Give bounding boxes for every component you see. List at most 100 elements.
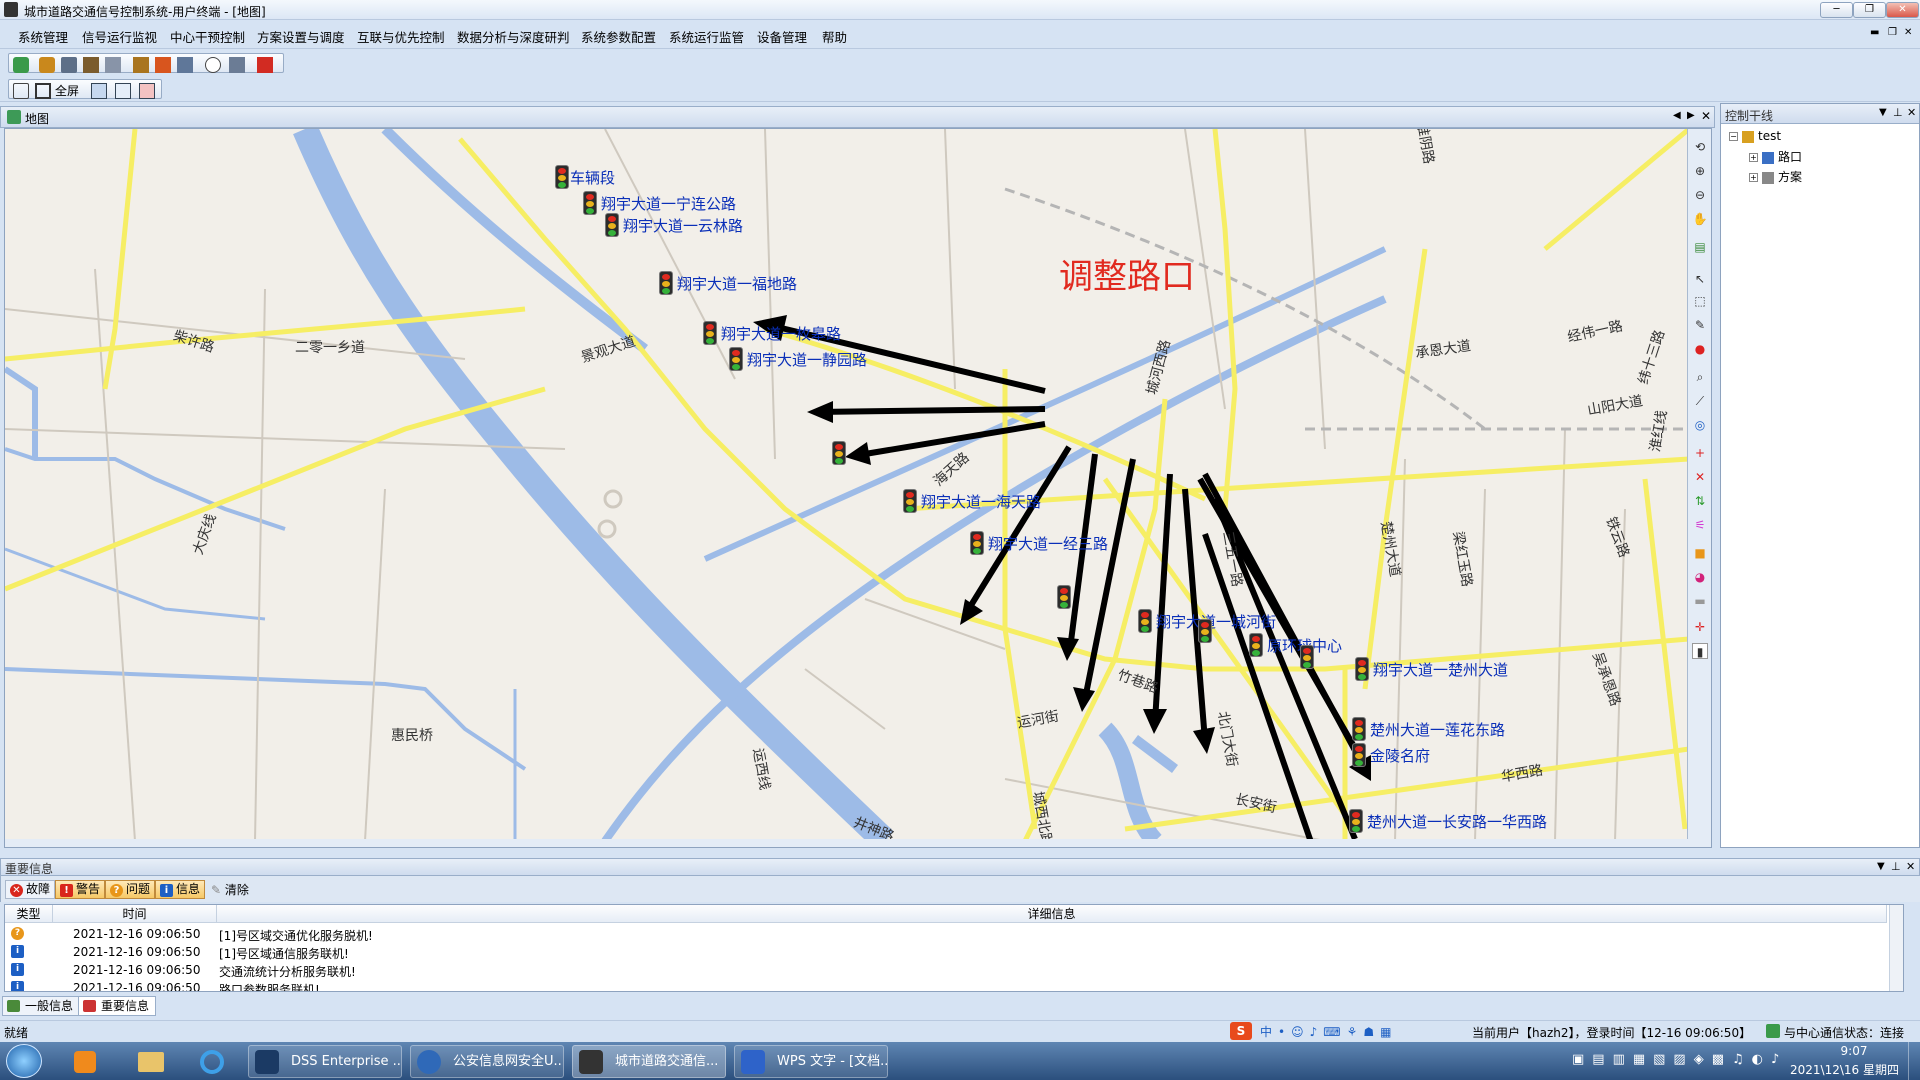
intersection-label[interactable]: 翔宇大道一云林路 — [623, 215, 743, 236]
lock-signal-icon[interactable] — [133, 57, 149, 73]
tab-general-info[interactable]: 一般信息 — [2, 996, 81, 1016]
taskbar-item-dss[interactable]: DSS Enterprise ... — [248, 1045, 402, 1078]
alarm-icon[interactable] — [257, 57, 273, 73]
mdi-minimize-icon[interactable]: ▬ — [1870, 27, 1879, 38]
search-icon[interactable]: ⌕ — [1692, 369, 1708, 385]
menu-plan-scheduling[interactable]: 方案设置与调度 — [257, 27, 345, 46]
measure-icon[interactable]: ⟋ — [1692, 393, 1708, 409]
map-view-icon[interactable] — [13, 57, 29, 73]
traffic-light-icon[interactable] — [703, 321, 717, 345]
intersection-label[interactable]: 翔宇大道一枚皋路 — [721, 323, 841, 344]
collapse-icon[interactable]: − — [1729, 132, 1738, 141]
traffic-light-icon[interactable] — [1057, 585, 1071, 609]
panel-close-icon[interactable]: ✕ — [1907, 106, 1916, 119]
map-canvas[interactable]: 柴许路 二零一乡道 景观大道 海天路 城河西路 承恩大道 经伟一路 纬十三路 山… — [4, 128, 1712, 848]
route-icon[interactable] — [83, 57, 99, 73]
close-window-icon[interactable] — [139, 83, 155, 99]
fullscreen-icon[interactable] — [35, 83, 51, 99]
show-desktop-button[interactable] — [1908, 1042, 1920, 1080]
traffic-light-icon[interactable] — [583, 191, 597, 215]
menu-parameter-config[interactable]: 系统参数配置 — [581, 27, 656, 46]
traffic-light-icon[interactable] — [1198, 619, 1212, 643]
menu-help[interactable]: 帮助 — [822, 27, 847, 46]
menu-system-management[interactable]: 系统管理 — [18, 27, 68, 46]
panel-dropdown-icon[interactable]: ▼ — [1879, 107, 1887, 118]
minimize-button[interactable]: ─ — [1820, 2, 1853, 18]
signal-edit-icon[interactable]: ■ — [1692, 545, 1708, 561]
select-arrow-icon[interactable]: ↖ — [1692, 271, 1708, 287]
traffic-light-icon[interactable] — [903, 489, 917, 513]
intersection-label[interactable]: 翔宇大道一城河街 — [1156, 611, 1276, 632]
color-wheel-icon[interactable]: ◕ — [1692, 569, 1708, 585]
zoom-out-icon[interactable]: ⊖ — [1692, 187, 1708, 203]
column-header-detail[interactable]: 详细信息 — [217, 905, 1887, 923]
traffic-light-icon[interactable] — [729, 347, 743, 371]
add-intersection-icon[interactable]: + — [1692, 445, 1708, 461]
menu-signal-monitor[interactable]: 信号运行监视 — [82, 27, 157, 46]
ime-toolbar-icons[interactable]: 中•☺♪⌨⚘☗▦ — [1260, 1023, 1410, 1039]
expand-icon[interactable]: + — [1749, 153, 1758, 162]
filter-problem-button[interactable]: ? 问题 — [105, 880, 156, 899]
pan-hand-icon[interactable]: ✋ — [1692, 211, 1708, 227]
intersection-label[interactable]: 金陵名府 — [1370, 745, 1430, 766]
panel-pin-icon[interactable]: ⊥ — [1893, 106, 1903, 119]
tree-node-intersections[interactable]: + 路口 — [1749, 148, 1802, 165]
internet-explorer-icon[interactable] — [186, 1045, 238, 1078]
rect-select-icon[interactable]: ⬚ — [1692, 293, 1708, 309]
menu-data-analysis[interactable]: 数据分析与深度研判 — [457, 27, 570, 46]
system-tray-icons[interactable]: ▣▤▥▦▧▨◈▩♫◐♪ — [1572, 1052, 1779, 1070]
filter-fault-button[interactable]: ✕ 故障 — [5, 880, 56, 899]
layer-icon[interactable]: ▤ — [1692, 239, 1708, 255]
taskbar-item-wps[interactable]: WPS 文字 - [文档... — [734, 1045, 888, 1078]
menu-center-control[interactable]: 中心干预控制 — [170, 27, 245, 46]
lock-icon[interactable] — [13, 83, 29, 99]
refresh-icon[interactable]: ⟲ — [1692, 139, 1708, 155]
start-button[interactable] — [6, 1044, 42, 1078]
map-horizontal-scrollbar[interactable] — [5, 839, 1689, 847]
taskbar-item-security[interactable]: 公安信息网安全U... — [410, 1045, 564, 1078]
bottom-close-icon[interactable]: ✕ — [1906, 860, 1915, 873]
ime-logo-icon[interactable]: S — [1230, 1022, 1252, 1040]
menu-device-management[interactable]: 设备管理 — [757, 27, 807, 46]
traffic-light-icon[interactable] — [1300, 645, 1314, 669]
tree-node-plans[interactable]: + 方案 — [1749, 168, 1802, 185]
traffic-light-icon[interactable] — [1138, 609, 1152, 633]
traffic-light-icon[interactable] — [605, 213, 619, 237]
clear-button[interactable]: ✎ 清除 — [211, 881, 249, 898]
tab-prev-icon[interactable]: ◀ — [1673, 110, 1681, 121]
log-vertical-scrollbar[interactable] — [1889, 905, 1903, 991]
priority-icon[interactable] — [155, 57, 171, 73]
fullscreen-button-label[interactable]: 全屏 — [55, 82, 79, 99]
intersection-label[interactable]: 翔宇大道一经三路 — [988, 533, 1108, 554]
column-header-type[interactable]: 类型 — [5, 905, 53, 923]
mdi-restore-icon[interactable]: ❐ — [1888, 27, 1897, 38]
column-header-time[interactable]: 时间 — [53, 905, 217, 923]
crosshair-icon[interactable]: ✛ — [1692, 619, 1708, 635]
tray-time[interactable]: 9:07 — [1824, 1044, 1884, 1058]
explorer-icon[interactable] — [124, 1045, 176, 1078]
intersection-label[interactable]: 翔宇大道一福地路 — [677, 273, 797, 294]
intersection-label[interactable]: 翔宇大道一楚州大道 — [1373, 659, 1508, 680]
find-icon[interactable]: ◎ — [1692, 417, 1708, 433]
traffic-light-icon[interactable] — [1249, 633, 1263, 657]
device-icon[interactable] — [105, 57, 121, 73]
mdi-close-icon[interactable]: ✕ — [1904, 27, 1912, 38]
download-icon[interactable] — [177, 57, 193, 73]
intersection-label[interactable]: 翔宇大道一宁连公路 — [601, 193, 736, 214]
sort-icon[interactable]: ⇅ — [1692, 493, 1708, 509]
traffic-light-icon[interactable] — [832, 441, 846, 465]
intersection-label[interactable]: 翔宇大道一静园路 — [747, 349, 867, 370]
menu-operation-supervision[interactable]: 系统运行监管 — [669, 27, 744, 46]
close-button[interactable]: ✕ — [1886, 2, 1919, 18]
bottom-pin-icon[interactable]: ⊥ — [1891, 860, 1901, 873]
intersection-label[interactable]: 翔宇大道一海天路 — [921, 491, 1041, 512]
restore-button[interactable]: ❐ — [1853, 2, 1886, 18]
media-player-icon[interactable] — [58, 1045, 110, 1078]
traffic-light-icon[interactable] — [1355, 657, 1369, 681]
tab-important-info[interactable]: 重要信息 — [78, 996, 157, 1016]
filter-warning-button[interactable]: ! 警告 — [55, 880, 106, 899]
intersection-label[interactable]: 楚州大道一莲花东路 — [1370, 719, 1505, 740]
tray-date[interactable]: 2021\12\16 星期四 — [1790, 1061, 1899, 1078]
tree-node-test[interactable]: − test — [1729, 129, 1781, 143]
traffic-light-icon[interactable] — [1352, 717, 1366, 741]
